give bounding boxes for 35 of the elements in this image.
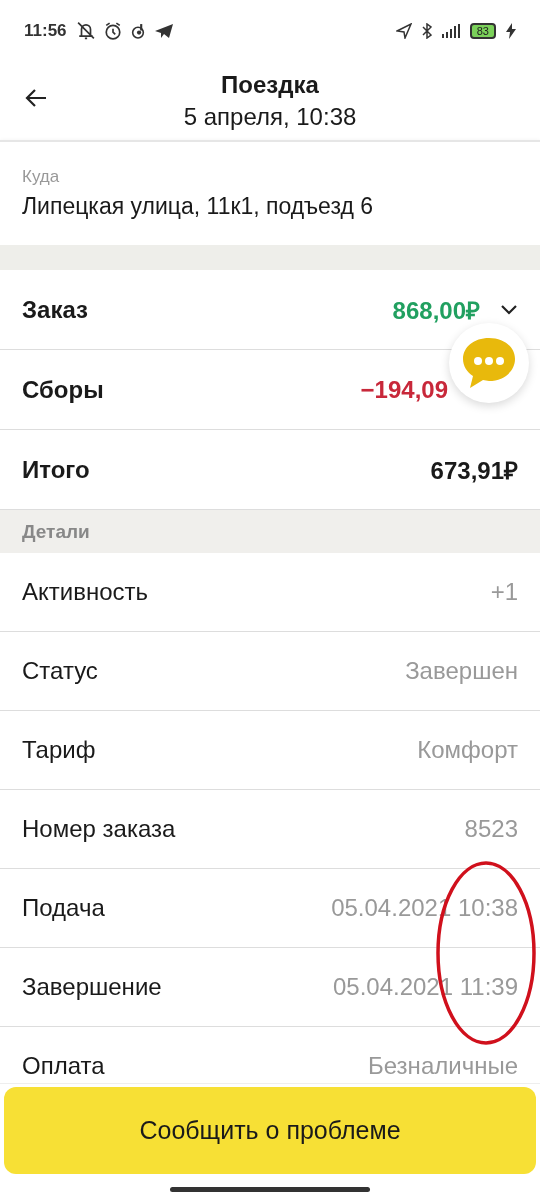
detail-value: +1 [490,578,518,606]
status-time: 11:56 [24,21,67,41]
detail-label: Завершение [22,973,162,1001]
detail-value: Безналичные [368,1052,518,1080]
detail-label: Номер заказа [22,815,176,843]
charging-icon [506,23,516,39]
destination-address: Липецкая улица, 11к1, подъезд 6 [22,193,375,220]
total-label: Сборы [22,375,104,404]
section-header: Детали [0,510,540,553]
music-note-icon [130,23,145,39]
bluetooth-icon [421,23,432,39]
detail-value: Завершен [405,657,518,685]
detail-label: Подача [22,894,105,922]
detail-value: Комфорт [417,736,518,764]
detail-label: Оплата [22,1052,105,1080]
amount-value: −194,09 [360,375,448,404]
location-icon [395,23,412,39]
amount-value: 868,00₽ [392,296,480,326]
report-problem-button[interactable]: Сообщить о проблеме [4,1087,536,1174]
signal-icon [441,24,460,38]
destination-label: Куда [22,167,61,187]
detail-label: Тариф [22,736,96,764]
telegram-icon [154,24,173,38]
total-label: Заказ [22,295,88,324]
detail-value: 8523 [464,815,518,843]
amount-value: 673,91₽ [430,456,518,486]
alarm-clock-icon [104,22,121,40]
total-label: Итого [22,455,90,484]
battery-level: 83 [469,23,496,39]
chevron-icon[interactable] [500,303,518,316]
screen-title: Поездка [221,71,319,99]
trip-date: 5 апреля, 10:38 [183,103,357,131]
muted-bell-icon [76,21,95,41]
detail-label: Активность [22,578,149,606]
detail-label: Статус [22,657,98,685]
